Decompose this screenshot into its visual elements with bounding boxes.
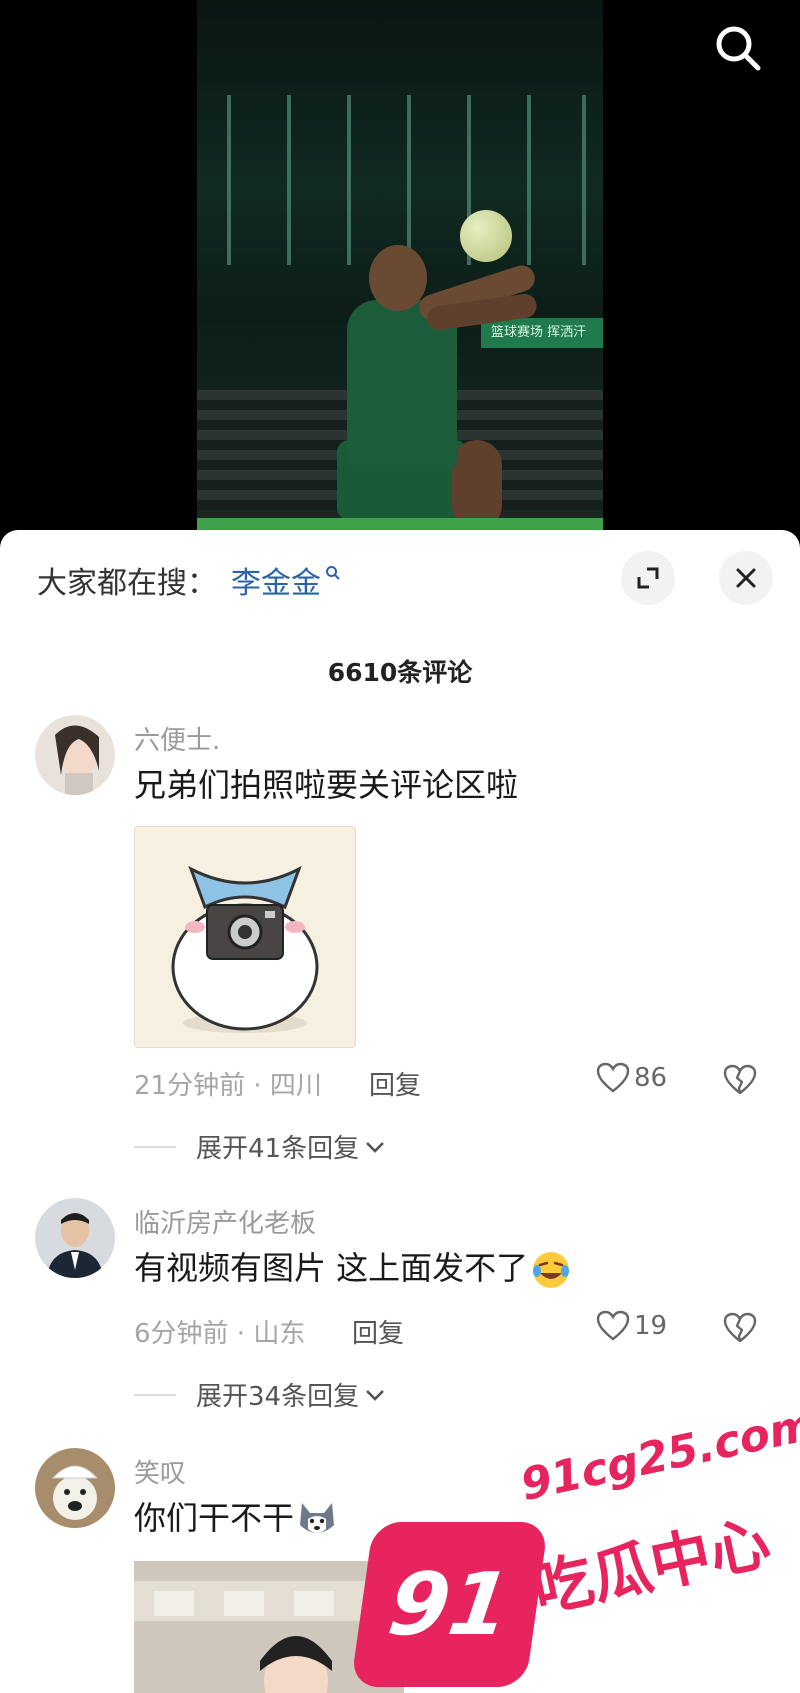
avatar[interactable] [35, 715, 115, 795]
chevron-down-icon [366, 1389, 385, 1401]
dislike-button[interactable] [722, 1064, 758, 1100]
divider [134, 1393, 176, 1396]
dislike-button[interactable] [722, 1312, 758, 1348]
watermark-title: 吃瓜中心 [526, 1507, 777, 1627]
comment-username[interactable]: 六便士. [134, 720, 220, 757]
expand-replies-label: 展开41条回复 [196, 1134, 360, 1164]
broken-heart-icon [723, 1064, 757, 1095]
comment-username[interactable]: 笑叹 [134, 1453, 186, 1490]
expand-icon [637, 567, 659, 589]
heart-icon [596, 1062, 630, 1093]
hot-search-term[interactable]: 李金金 [231, 558, 321, 602]
close-button[interactable] [719, 551, 773, 605]
expand-replies[interactable]: 展开34条回复 [134, 1376, 387, 1413]
video-player[interactable]: 篮球赛场 挥洒汗 [0, 0, 800, 560]
comment-text: 有视频有图片 这上面发不了 [134, 1243, 572, 1291]
laughing-crying-emoji-icon [533, 1252, 570, 1288]
like-count: 86 [634, 1063, 668, 1093]
husky-emoji-icon [300, 1503, 335, 1533]
search-button[interactable] [712, 22, 766, 76]
expand-button[interactable] [621, 551, 675, 605]
player-head [369, 245, 427, 311]
avatar[interactable] [35, 1198, 115, 1278]
comment-time-location: 6分钟前 · 山东 [134, 1319, 306, 1349]
like-button[interactable]: 19 [596, 1310, 667, 1342]
court-floor [197, 518, 603, 530]
arena-lights [197, 95, 603, 265]
comment-text-content: 你们干不干 [134, 1499, 295, 1537]
like-button[interactable]: 86 [596, 1062, 667, 1094]
divider [134, 1145, 176, 1148]
search-icon [716, 26, 761, 71]
watermark-badge-number: 91 [382, 1554, 517, 1655]
watermark-badge: 91 [350, 1522, 549, 1687]
comment-sticker-image[interactable] [134, 826, 356, 1048]
expand-replies-label: 展开34条回复 [196, 1382, 360, 1412]
comment-count: 6610条评论 [327, 658, 473, 687]
reply-button[interactable]: 回复 [352, 1313, 404, 1350]
arena-banner: 篮球赛场 挥洒汗 [481, 318, 603, 348]
video-frame[interactable]: 篮球赛场 挥洒汗 [197, 0, 603, 530]
player-leg [452, 440, 502, 530]
broken-heart-icon [723, 1312, 757, 1343]
reply-button[interactable]: 回复 [369, 1065, 421, 1102]
hot-search-label: 大家都在搜： [37, 566, 217, 601]
watermark-logo: 91 91cg25.com 吃瓜中心 [350, 1399, 800, 1693]
hot-search-bar[interactable]: 大家都在搜： 李金金 [37, 558, 341, 602]
comment-time-location: 21分钟前 · 四川 [134, 1071, 322, 1101]
basketball [460, 210, 512, 262]
expand-replies[interactable]: 展开41条回复 [134, 1128, 387, 1165]
search-icon [326, 566, 340, 580]
comment-text-content: 有视频有图片 这上面发不了 [134, 1249, 529, 1287]
comment-username[interactable]: 临沂房产化老板 [134, 1203, 316, 1240]
close-icon [736, 568, 756, 588]
chevron-down-icon [366, 1141, 385, 1153]
comment-text: 你们干不干 [134, 1493, 338, 1541]
avatar[interactable] [35, 1448, 115, 1528]
like-count: 19 [634, 1311, 668, 1341]
heart-icon [596, 1310, 630, 1341]
comment-text: 兄弟们拍照啦要关评论区啦 [134, 766, 519, 804]
